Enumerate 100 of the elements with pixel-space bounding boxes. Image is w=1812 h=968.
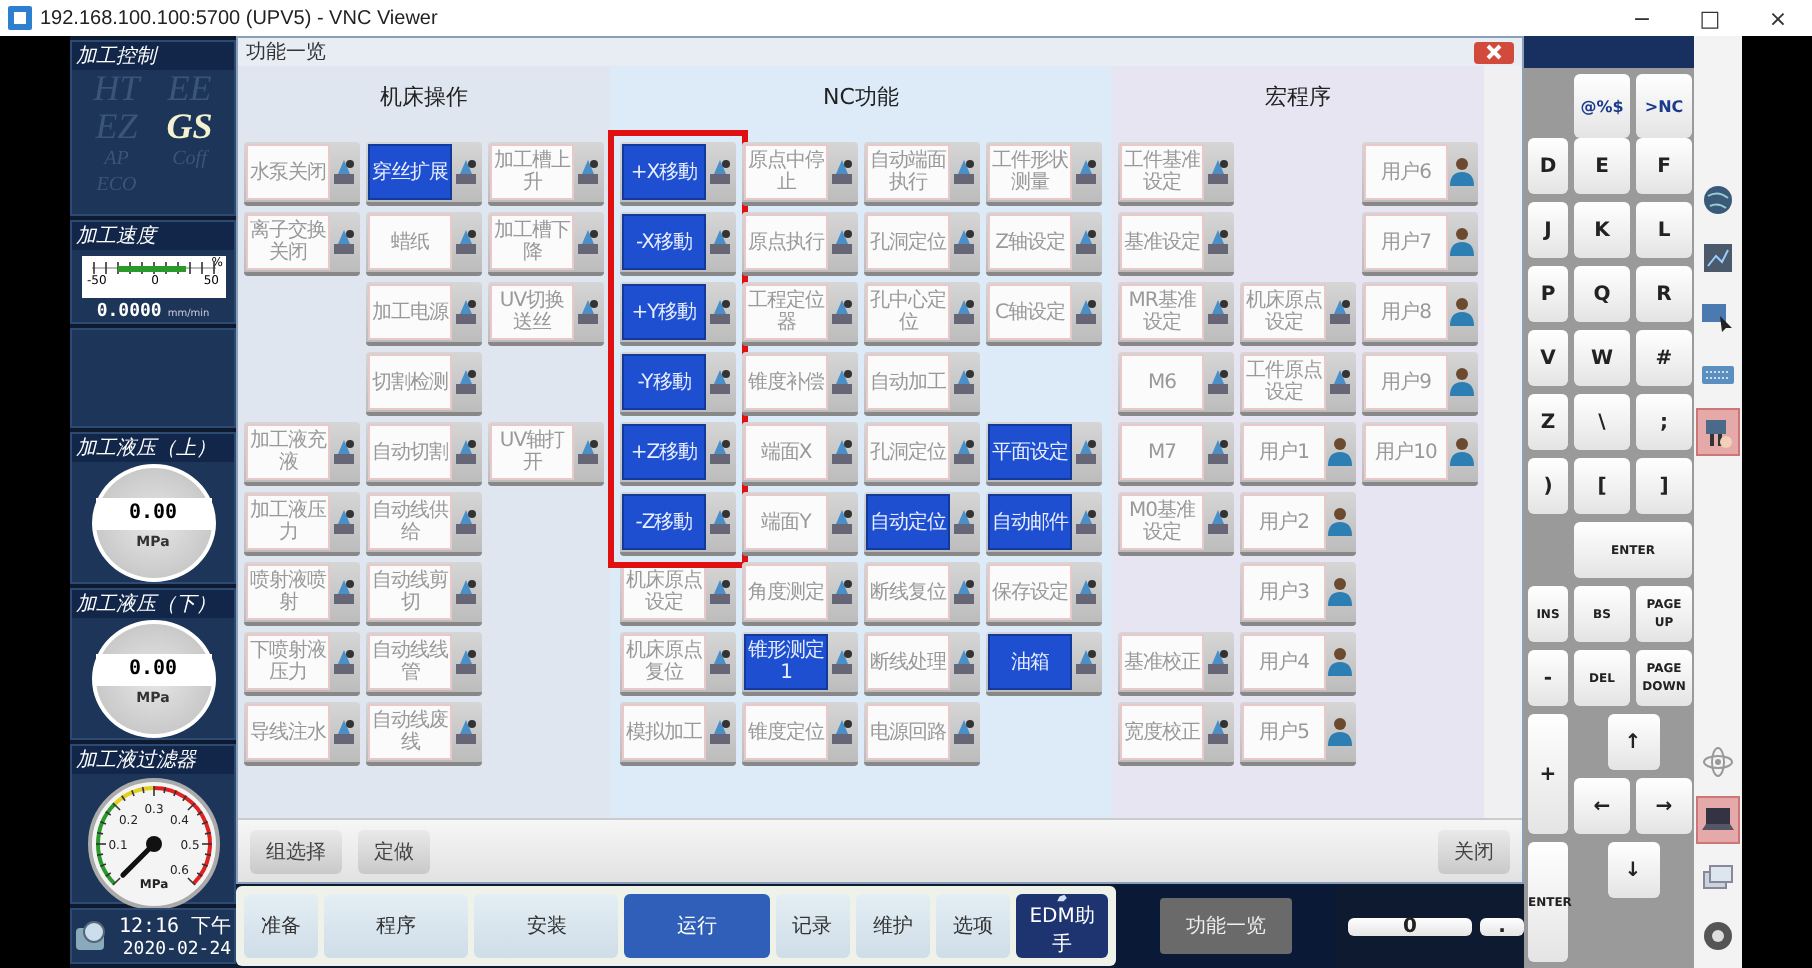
function-button[interactable]: 用户2 xyxy=(1240,492,1356,556)
function-button[interactable]: 断线处理 xyxy=(864,632,980,696)
function-button[interactable]: 基准校正 xyxy=(1118,632,1234,696)
function-button[interactable]: 孔中心定位 xyxy=(864,282,980,346)
function-button[interactable]: 加工液充液 xyxy=(244,422,360,486)
function-button[interactable]: 用户4 xyxy=(1240,632,1356,696)
function-button[interactable]: +Z移動 xyxy=(620,422,736,486)
function-button[interactable]: 机床原点设定 xyxy=(1240,282,1356,346)
function-button[interactable]: 用户10 xyxy=(1362,422,1478,486)
function-button[interactable]: 用户1 xyxy=(1240,422,1356,486)
function-button[interactable]: M6 xyxy=(1118,352,1234,416)
function-button[interactable]: 工件基准设定 xyxy=(1118,142,1234,206)
tab[interactable]: 维护 xyxy=(855,894,930,958)
key[interactable]: [ xyxy=(1574,458,1630,514)
tab[interactable]: 准备 xyxy=(244,894,319,958)
function-button[interactable]: 用户3 xyxy=(1240,562,1356,626)
tab[interactable]: 安装 xyxy=(474,894,619,958)
key[interactable]: E xyxy=(1574,138,1630,194)
function-button[interactable]: 端面Y xyxy=(742,492,858,556)
function-button[interactable]: 工件原点设定 xyxy=(1240,352,1356,416)
function-button[interactable]: 平面设定 xyxy=(986,422,1102,486)
key[interactable]: F xyxy=(1636,138,1692,194)
function-button[interactable]: 模拟加工 xyxy=(620,702,736,766)
key[interactable]: R xyxy=(1636,266,1692,322)
key[interactable]: >NC xyxy=(1636,74,1692,138)
function-button[interactable]: 自动邮件 xyxy=(986,492,1102,556)
function-button[interactable]: +X移動 xyxy=(620,142,736,206)
key[interactable]: P xyxy=(1528,266,1568,322)
function-button[interactable]: 原点执行 xyxy=(742,212,858,276)
function-button[interactable]: 原点中停止 xyxy=(742,142,858,206)
function-button[interactable]: 穿丝扩展 xyxy=(366,142,482,206)
key[interactable]: # xyxy=(1636,330,1692,386)
function-button[interactable]: MR基准设定 xyxy=(1118,282,1234,346)
tab[interactable]: 记录 xyxy=(775,894,850,958)
function-button[interactable]: 机床原点设定 xyxy=(620,562,736,626)
window-control[interactable]: □ xyxy=(1676,5,1744,31)
function-button[interactable]: 自动线供给 xyxy=(366,492,482,556)
function-button[interactable]: 加工电源 xyxy=(366,282,482,346)
key[interactable]: W xyxy=(1574,330,1630,386)
function-button[interactable]: 喷射液喷射 xyxy=(244,562,360,626)
function-button[interactable]: UV切换送丝 xyxy=(488,282,604,346)
function-button[interactable]: 蜡纸 xyxy=(366,212,482,276)
tab[interactable]: 选项 xyxy=(935,894,1011,958)
function-button[interactable]: Z轴设定 xyxy=(986,212,1102,276)
key[interactable]: \ xyxy=(1574,394,1630,450)
key[interactable]: 0 xyxy=(1348,917,1472,935)
function-button[interactable]: -Z移動 xyxy=(620,492,736,556)
function-button[interactable]: 导线注水 xyxy=(244,702,360,766)
function-button[interactable]: M0基准设定 xyxy=(1118,492,1234,556)
function-button[interactable]: 用户9 xyxy=(1362,352,1478,416)
key[interactable]: ) xyxy=(1528,458,1568,514)
function-button[interactable]: 宽度校正 xyxy=(1118,702,1234,766)
function-button[interactable]: 水泵关闭 xyxy=(244,142,360,206)
function-button[interactable]: 锥形测定1 xyxy=(742,632,858,696)
function-button[interactable]: -Y移動 xyxy=(620,352,736,416)
tab[interactable]: EDM助手 xyxy=(1016,894,1108,958)
function-button[interactable]: 电源回路 xyxy=(864,702,980,766)
toolbar-button[interactable] xyxy=(1696,796,1740,844)
key[interactable]: V xyxy=(1528,330,1568,386)
key[interactable]: . xyxy=(1480,917,1524,935)
function-button[interactable]: -X移動 xyxy=(620,212,736,276)
key[interactable]: → xyxy=(1636,778,1692,834)
function-button[interactable]: 断线复位 xyxy=(864,562,980,626)
key[interactable]: ; xyxy=(1636,394,1692,450)
close-button[interactable] xyxy=(1474,41,1514,63)
function-button[interactable]: 切割检测 xyxy=(366,352,482,416)
key[interactable]: - xyxy=(1528,650,1568,706)
key[interactable]: Q xyxy=(1574,266,1630,322)
function-button[interactable]: 自动线线管 xyxy=(366,632,482,696)
function-button[interactable]: UV轴打开 xyxy=(488,422,604,486)
toolbar-button[interactable] xyxy=(1696,408,1740,456)
function-button[interactable]: 离子交换关闭 xyxy=(244,212,360,276)
function-button[interactable]: M7 xyxy=(1118,422,1234,486)
key[interactable]: ] xyxy=(1636,458,1692,514)
function-button[interactable]: 加工液压力 xyxy=(244,492,360,556)
function-button[interactable]: 用户7 xyxy=(1362,212,1478,276)
function-button[interactable]: 保存设定 xyxy=(986,562,1102,626)
function-button[interactable]: 工件形状测量 xyxy=(986,142,1102,206)
key[interactable]: ↓ xyxy=(1607,842,1659,898)
function-button[interactable]: 基准设定 xyxy=(1118,212,1234,276)
function-button[interactable]: 自动切割 xyxy=(366,422,482,486)
function-button[interactable]: 角度测定 xyxy=(742,562,858,626)
key[interactable]: D xyxy=(1528,138,1568,194)
function-button[interactable]: 自动线废线 xyxy=(366,702,482,766)
function-button[interactable]: 锥度补偿 xyxy=(742,352,858,416)
key[interactable]: ↑ xyxy=(1607,714,1659,770)
key[interactable]: Z xyxy=(1528,394,1568,450)
function-button[interactable]: 加工槽上升 xyxy=(488,142,604,206)
key[interactable]: ← xyxy=(1574,778,1630,834)
tab[interactable]: 运行 xyxy=(624,894,770,958)
close-button[interactable]: 关闭 xyxy=(1438,829,1510,873)
function-button[interactable]: 下喷射液压力 xyxy=(244,632,360,696)
function-button[interactable]: 用户5 xyxy=(1240,702,1356,766)
function-button[interactable]: 端面X xyxy=(742,422,858,486)
key[interactable]: K xyxy=(1574,202,1630,258)
function-button[interactable]: 孔洞定位 xyxy=(864,422,980,486)
function-button[interactable]: 自动端面执行 xyxy=(864,142,980,206)
window-control[interactable]: − xyxy=(1608,5,1676,31)
key[interactable]: J xyxy=(1528,202,1568,258)
function-button[interactable]: 自动加工 xyxy=(864,352,980,416)
